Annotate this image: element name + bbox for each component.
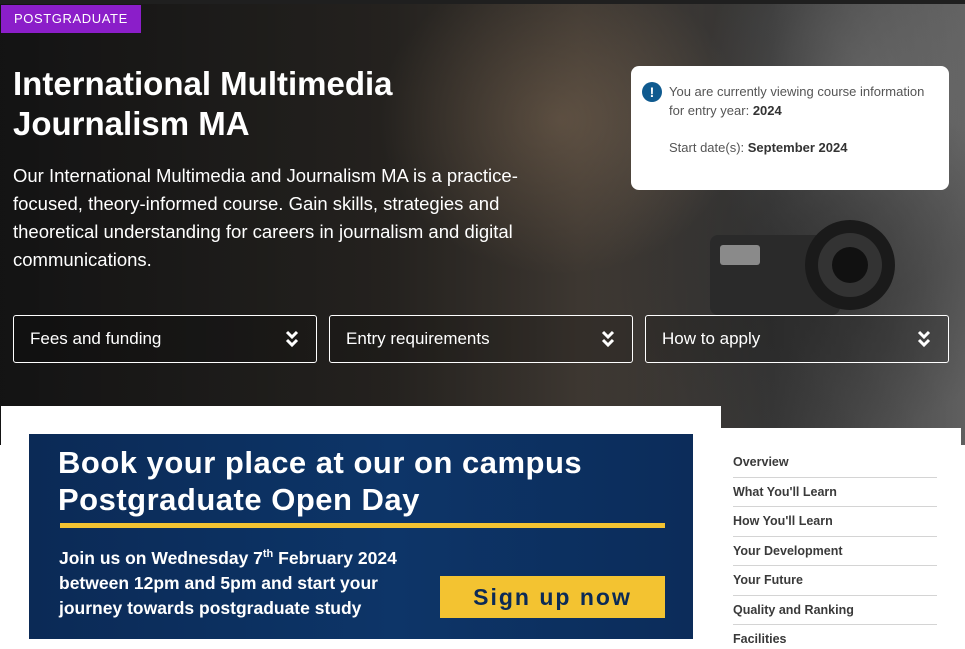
banner-body-line3: journey towards postgraduate study: [59, 597, 362, 618]
nav-item-facilities[interactable]: Facilities: [733, 625, 937, 649]
nav-item-your-future[interactable]: Your Future: [733, 566, 937, 596]
start-dates-value: September 2024: [747, 140, 848, 155]
banner-date-prefix: Join us on Wednesday 7: [59, 547, 263, 568]
banner-title-line2: Postgraduate Open Day: [58, 482, 420, 517]
banner-date-month: February 2024: [273, 547, 397, 568]
dropdown-label: Entry requirements: [346, 329, 490, 348]
nav-item-quality-and-ranking[interactable]: Quality and Ranking: [733, 596, 937, 625]
entry-year-info-box: ! You are currently viewing course infor…: [631, 66, 949, 190]
start-dates-label: Start date(s):: [669, 140, 748, 155]
open-day-banner[interactable]: Book your place at our on campus Postgra…: [29, 434, 693, 639]
banner-body-line1: Join us on Wednesday 7th February 2024: [59, 542, 459, 571]
sign-up-button[interactable]: Sign up now: [440, 576, 665, 618]
how-to-apply-dropdown[interactable]: How to apply: [645, 315, 949, 363]
nav-item-overview[interactable]: Overview: [733, 448, 937, 478]
banner-title: Book your place at our on campus Postgra…: [58, 444, 678, 518]
dropdown-label: How to apply: [662, 329, 761, 348]
exclamation-icon: !: [642, 82, 662, 102]
top-bar: [0, 0, 965, 4]
entry-year-value: 2024: [752, 103, 782, 118]
banner-date-suffix: th: [262, 548, 274, 560]
postgraduate-badge: POSTGRADUATE: [1, 5, 141, 33]
banner-body-line2: between 12pm and 5pm and start your: [59, 572, 378, 593]
viewing-text: You are currently viewing course informa…: [669, 82, 935, 120]
start-dates: Start date(s): September 2024: [669, 138, 935, 157]
nav-item-what-youll-learn[interactable]: What You'll Learn: [733, 478, 937, 507]
viewing-label: You are currently viewing course informa…: [669, 84, 925, 118]
banner-divider: [60, 523, 665, 528]
dropdown-label: Fees and funding: [30, 329, 162, 348]
course-intro: Our International Multimedia and Journal…: [13, 165, 518, 270]
nav-item-your-development[interactable]: Your Development: [733, 537, 937, 566]
nav-item-how-youll-learn[interactable]: How You'll Learn: [733, 507, 937, 537]
double-chevron-down-icon: [285, 330, 299, 348]
course-section-nav: Overview What You'll Learn How You'll Le…: [709, 428, 961, 649]
banner-title-line1: Book your place at our on campus: [58, 445, 583, 480]
entry-requirements-dropdown[interactable]: Entry requirements: [329, 315, 633, 363]
course-title: International Multimedia Journalism MA: [13, 65, 393, 142]
double-chevron-down-icon: [917, 330, 931, 348]
banner-body: Join us on Wednesday 7th February 2024 b…: [59, 542, 459, 621]
fees-and-funding-dropdown[interactable]: Fees and funding: [13, 315, 317, 363]
double-chevron-down-icon: [601, 330, 615, 348]
